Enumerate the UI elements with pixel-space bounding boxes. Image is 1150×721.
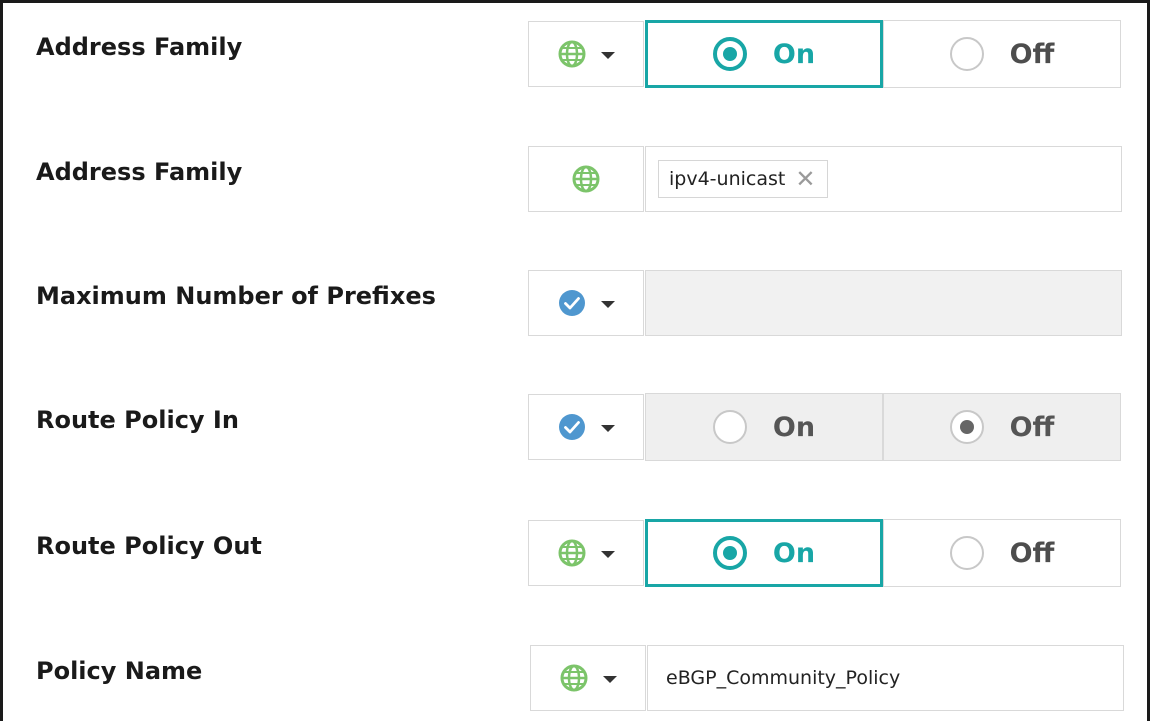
option-on-label: On <box>772 411 816 443</box>
radio-selected-icon <box>712 37 747 71</box>
form-frame <box>0 0 1150 721</box>
check-circle-icon <box>557 288 587 318</box>
max-prefixes-input[interactable] <box>645 270 1122 336</box>
on-off-toggle: On Off <box>645 519 1121 587</box>
chevron-down-icon <box>601 551 615 558</box>
policy-name-input[interactable]: eBGP_Community_Policy <box>647 645 1124 711</box>
globe-icon <box>557 39 587 69</box>
field-label: Route Policy In <box>36 406 239 434</box>
tag-label: ipv4-unicast <box>669 168 786 190</box>
on-off-toggle: On Off <box>645 393 1121 461</box>
option-off-label: Off <box>1009 537 1055 569</box>
scope-selector[interactable] <box>528 394 644 460</box>
globe-icon <box>559 663 589 693</box>
field-label: Maximum Number of Prefixes <box>36 282 436 310</box>
chevron-down-icon <box>601 301 615 308</box>
field-label: Address Family <box>36 33 243 61</box>
scope-selector[interactable] <box>528 21 644 87</box>
option-off-label: Off <box>1009 411 1055 443</box>
tags-input[interactable]: ipv4-unicast ✕ <box>645 146 1122 212</box>
row-route-policy-in: Route Policy In On Off <box>0 393 1150 463</box>
chevron-down-icon <box>603 676 617 683</box>
option-off-label: Off <box>1009 38 1055 70</box>
tag-chip: ipv4-unicast ✕ <box>658 160 829 198</box>
chevron-down-icon <box>601 52 615 59</box>
row-max-prefixes: Maximum Number of Prefixes <box>0 269 1150 339</box>
on-off-toggle: On Off <box>645 20 1121 88</box>
scope-selector[interactable] <box>528 270 644 336</box>
field-label: Policy Name <box>36 657 203 685</box>
field-label: Route Policy Out <box>36 532 262 560</box>
radio-empty-icon <box>949 536 984 570</box>
policy-name-value: eBGP_Community_Policy <box>666 667 901 689</box>
row-policy-name: Policy Name eBGP_Community_Policy <box>0 644 1150 714</box>
row-address-family-toggle: Address Family On Off <box>0 20 1150 90</box>
row-route-policy-out: Route Policy Out On Off <box>0 519 1150 589</box>
radio-selected-icon <box>949 410 984 444</box>
scope-selector[interactable] <box>528 520 644 586</box>
globe-icon <box>571 164 601 194</box>
radio-empty-icon <box>949 37 984 71</box>
option-on-label: On <box>772 537 816 569</box>
option-on[interactable]: On <box>645 20 883 88</box>
option-off[interactable]: Off <box>883 519 1121 587</box>
option-on-label: On <box>772 38 816 70</box>
check-circle-icon <box>557 412 587 442</box>
scope-selector[interactable] <box>530 645 646 711</box>
chevron-down-icon <box>601 425 615 432</box>
globe-icon <box>557 538 587 568</box>
option-on[interactable]: On <box>645 519 883 587</box>
radio-empty-icon <box>712 410 747 444</box>
field-label: Address Family <box>36 158 243 186</box>
option-on[interactable]: On <box>645 393 883 461</box>
option-off[interactable]: Off <box>883 20 1121 88</box>
radio-selected-icon <box>712 536 747 570</box>
scope-indicator <box>528 146 644 212</box>
close-icon[interactable]: ✕ <box>795 167 815 191</box>
row-address-family-tags: Address Family ipv4-unicast ✕ <box>0 145 1150 215</box>
option-off[interactable]: Off <box>883 393 1121 461</box>
